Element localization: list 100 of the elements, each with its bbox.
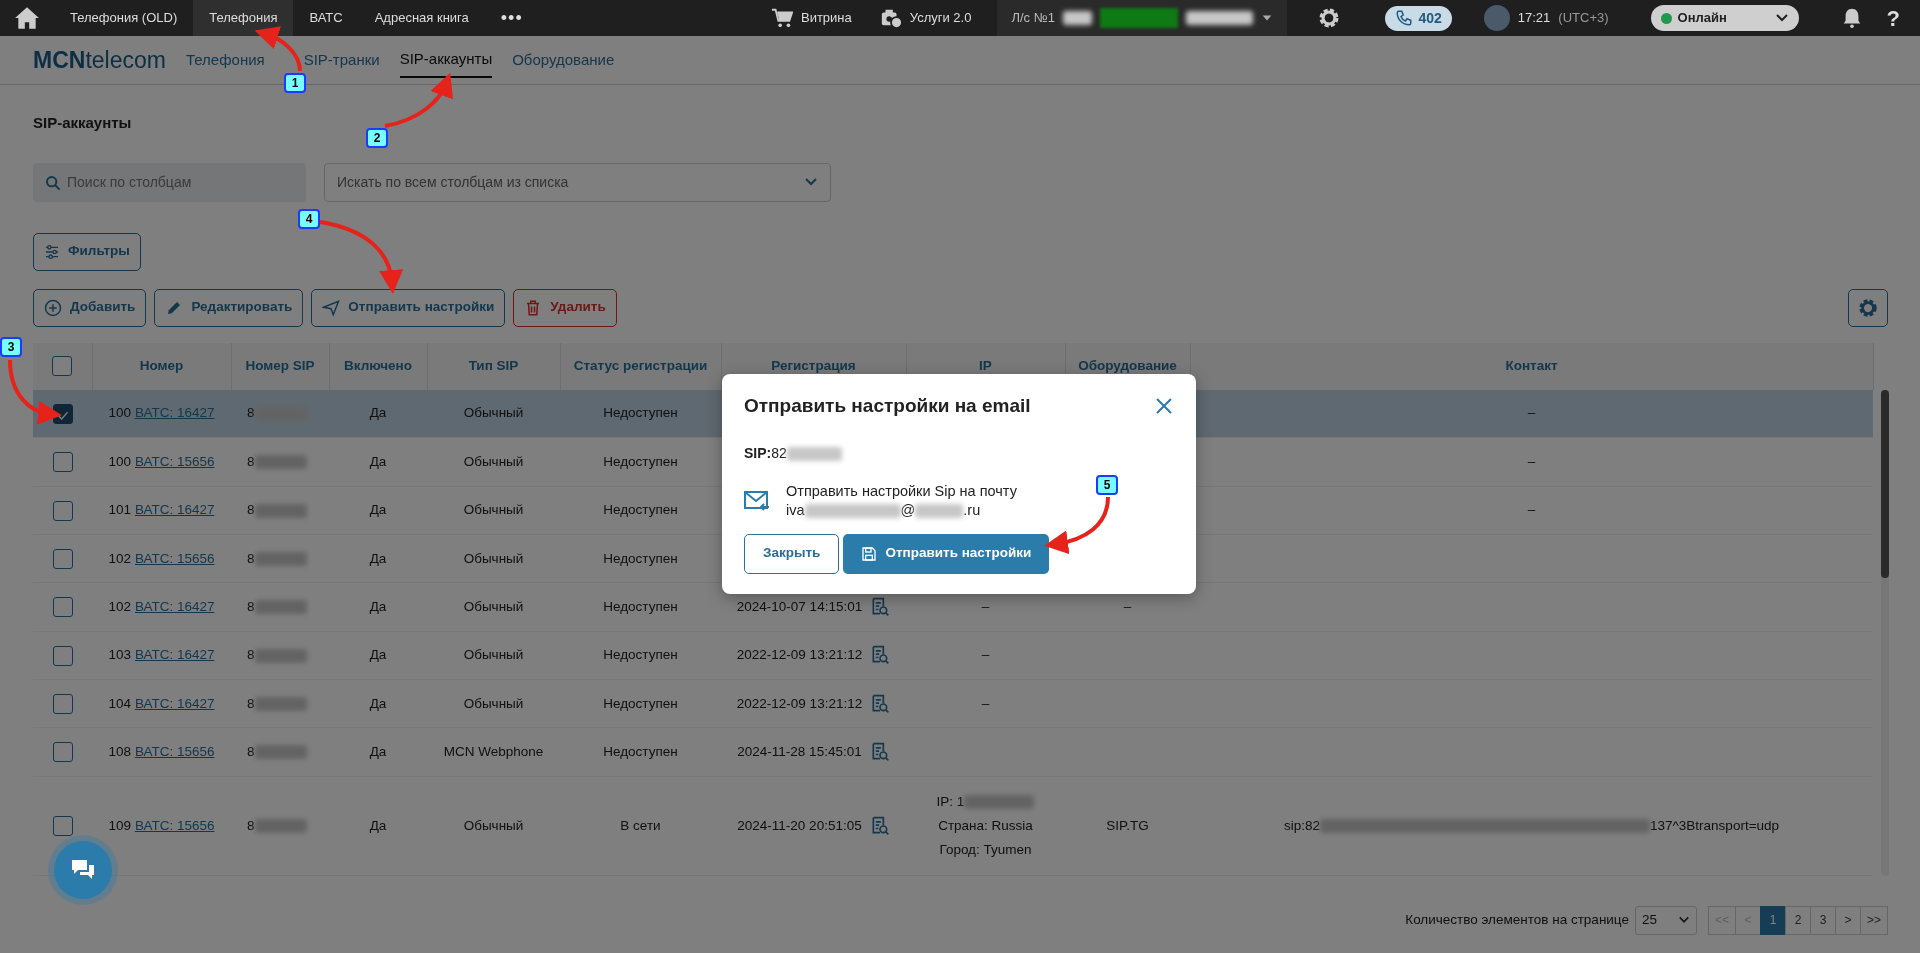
column-header[interactable]: Номер	[139, 357, 184, 373]
page-size-select[interactable]: 25	[1634, 905, 1697, 935]
vats-link[interactable]: ВАТС: 16427	[134, 647, 215, 663]
checkbox[interactable]	[52, 452, 73, 473]
page-button[interactable]: 3	[1810, 905, 1836, 935]
checkbox[interactable]	[52, 597, 73, 618]
send-button[interactable]: Отправить настройки	[843, 533, 1050, 574]
table-cell: –	[981, 695, 990, 711]
redacted-text	[254, 697, 307, 712]
vats-link[interactable]: ВАТС: 16427	[134, 695, 215, 711]
settings-button[interactable]	[1848, 288, 1888, 327]
nav-tab[interactable]: SIP-аккаунты	[399, 41, 493, 79]
redacted-text	[254, 600, 307, 615]
vats-link[interactable]: ВАТС: 15656	[134, 817, 215, 833]
table-cell: Обычный	[463, 695, 524, 711]
checkbox[interactable]	[52, 815, 73, 836]
redacted-text	[254, 503, 307, 518]
table-cell: 100	[108, 405, 132, 421]
checkbox[interactable]	[52, 500, 73, 521]
avatar[interactable]	[1483, 5, 1510, 31]
close-button[interactable]: Закрыть	[744, 533, 840, 574]
add-button[interactable]: Добавить	[33, 288, 147, 327]
table-cell: 100	[108, 453, 132, 469]
modal-title: Отправить настройки на email	[744, 394, 1031, 418]
delete-button[interactable]: Удалить	[513, 288, 617, 327]
paper-plane-icon	[322, 298, 341, 317]
annotation-arrow	[384, 73, 453, 128]
table-cell: –	[981, 647, 990, 663]
column-header[interactable]: Контакт	[1505, 357, 1558, 373]
scrollbar[interactable]	[1880, 389, 1889, 876]
vats-link[interactable]: ВАТС: 16427	[134, 502, 215, 518]
redacted-text	[254, 745, 307, 760]
page-button[interactable]: >>	[1860, 905, 1888, 935]
vats-link[interactable]: ВАТС: 15656	[134, 743, 215, 759]
nav-link[interactable]: Витрина	[800, 8, 852, 28]
checkbox[interactable]	[52, 645, 73, 666]
send-button[interactable]: Отправить настройки	[311, 288, 506, 327]
table-cell: –	[1527, 502, 1536, 518]
page-button[interactable]: 2	[1785, 905, 1811, 935]
table-cell: 104	[108, 695, 132, 711]
help-button[interactable]: ?	[1886, 1, 1900, 35]
table-cell: –	[1123, 598, 1132, 614]
checkbox[interactable]	[52, 742, 73, 763]
column-header[interactable]: IP	[979, 357, 992, 373]
table-cell: 8	[247, 817, 255, 833]
column-select[interactable]: Искать по всем столбцам из списка	[324, 162, 831, 202]
home-icon[interactable]	[14, 5, 40, 31]
nav-tab[interactable]: ВАТС	[293, 0, 359, 36]
table-cell: 103	[108, 647, 132, 663]
table-cell: –	[981, 599, 990, 615]
table-cell: 8	[247, 405, 255, 421]
table-cell: Недоступен	[603, 502, 678, 518]
table-cell: Обычный	[463, 817, 524, 833]
nav-tab[interactable]: SIP-транки	[303, 42, 380, 78]
nav-tab[interactable]: Адресная книга	[358, 0, 485, 36]
save-icon	[861, 545, 878, 562]
plus-circle-icon	[44, 298, 62, 317]
vats-link[interactable]: ВАТС: 15656	[134, 550, 215, 566]
table-cell: IP: 1	[936, 793, 965, 809]
page-button[interactable]: 1	[1760, 905, 1786, 935]
status-select[interactable]: Онлайн	[1650, 5, 1799, 31]
checkbox[interactable]	[52, 693, 73, 714]
table-cell: Недоступен	[603, 598, 678, 614]
vats-link[interactable]: ВАТС: 16427	[134, 405, 215, 421]
nav-tab[interactable]: Телефония	[185, 42, 265, 78]
column-header[interactable]: Регистрация	[771, 357, 856, 373]
checkbox[interactable]	[52, 356, 73, 377]
chat-button[interactable]	[54, 841, 112, 899]
table-cell: 8	[247, 550, 255, 566]
search-field[interactable]: Поиск по столбцам	[33, 162, 306, 202]
calls-pill[interactable]: 402	[1385, 5, 1452, 31]
column-header[interactable]: Тип SIP	[468, 357, 519, 373]
vats-link[interactable]: ВАТС: 16427	[134, 598, 215, 614]
nav-link[interactable]: Услуги 2.0	[909, 8, 972, 28]
logo[interactable]: MCNtelecom	[33, 42, 166, 78]
step-number: 1	[284, 73, 306, 93]
account-label[interactable]: Л/с №1	[1011, 8, 1055, 28]
filters-button[interactable]: Фильтры	[33, 232, 141, 271]
log-search-icon[interactable]	[870, 645, 891, 666]
checkbox[interactable]	[52, 548, 73, 569]
nav-tab[interactable]: Оборудование	[512, 42, 615, 78]
more-button[interactable]: •••	[484, 0, 539, 36]
nav-tab[interactable]: Телефония	[193, 0, 294, 36]
email-text: @	[900, 501, 916, 518]
nav-tab[interactable]: Телефония (OLD)	[54, 0, 194, 36]
table-cell: Обычный	[463, 502, 524, 518]
vats-link[interactable]: ВАТС: 15656	[134, 453, 215, 469]
phone-icon	[1395, 9, 1414, 27]
table-cell: Обычный	[463, 550, 524, 566]
table-cell-text: 2024-11-20 20:51:05	[737, 816, 862, 835]
table-cell: Да	[369, 695, 387, 711]
edit-button[interactable]: Редактировать	[154, 288, 304, 327]
log-search-icon[interactable]	[870, 597, 891, 618]
table-cell: Обычный	[463, 647, 524, 663]
camera-icon[interactable]	[879, 7, 902, 29]
table-cell: 8	[247, 598, 255, 614]
page-button[interactable]: >	[1835, 905, 1861, 935]
cart-icon[interactable]	[770, 7, 793, 29]
log-search-icon[interactable]	[870, 693, 891, 714]
email-text: .ru	[963, 501, 981, 518]
